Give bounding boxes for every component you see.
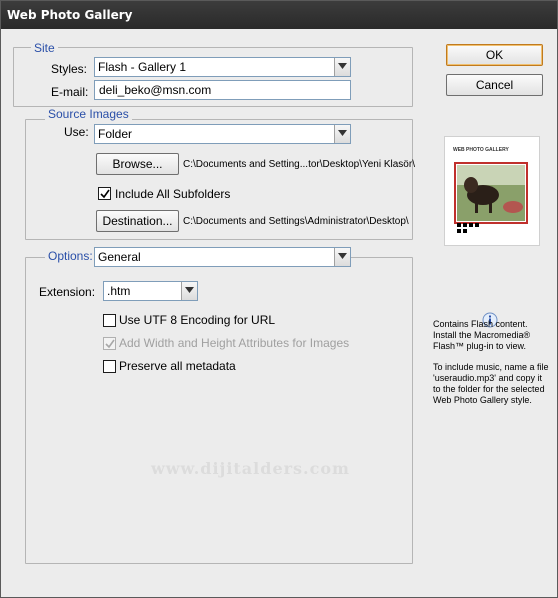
check-icon — [100, 189, 110, 199]
utf8-checkbox[interactable] — [103, 314, 116, 327]
preserve-metadata-checkbox[interactable] — [103, 360, 116, 373]
gallery-preview: WEB PHOTO GALLERY — [444, 136, 540, 246]
site-legend: Site — [31, 41, 58, 55]
preview-image — [453, 157, 533, 237]
utf8-label[interactable]: Use UTF 8 Encoding for URL — [119, 313, 275, 327]
styles-value: Flash - Gallery 1 — [98, 60, 187, 74]
width-height-label: Add Width and Height Attributes for Imag… — [119, 336, 350, 350]
watermark: www.dijitalders.com — [151, 459, 350, 478]
destination-path: C:\Documents and Settings\Administrator\… — [183, 216, 409, 227]
options-select[interactable]: General — [94, 247, 351, 267]
extension-value: .htm — [107, 284, 131, 298]
browse-path: C:\Documents and Setting...tor\Desktop\Y… — [183, 159, 415, 170]
preview-note-music: To include music, name a file 'useraudio… — [433, 362, 549, 405]
styles-select[interactable]: Flash - Gallery 1 — [94, 57, 351, 77]
include-subfolders-checkbox[interactable] — [98, 187, 111, 200]
options-value: General — [98, 250, 141, 264]
destination-button[interactable]: Destination... — [96, 210, 179, 232]
cancel-button[interactable]: Cancel — [446, 74, 543, 96]
chevron-down-icon[interactable] — [334, 125, 350, 143]
use-select[interactable]: Folder — [94, 124, 351, 144]
options-legend: Options: — [45, 249, 96, 263]
chevron-down-icon[interactable] — [334, 58, 350, 76]
chevron-down-icon[interactable] — [334, 248, 350, 266]
email-field[interactable]: deli_beko@msn.com — [94, 80, 351, 100]
source-images-legend: Source Images — [45, 107, 132, 121]
use-label: Use: — [64, 125, 89, 139]
extension-label: Extension: — [39, 285, 96, 299]
dialog-body: Site Styles: Flash - Gallery 1 E-mail: d… — [1, 29, 557, 597]
dialog-window: Web Photo Gallery Site Styles: Flash - G… — [0, 0, 558, 598]
email-label: E-mail: — [51, 85, 89, 99]
extension-select[interactable]: .htm — [103, 281, 198, 301]
window-title: Web Photo Gallery — [1, 1, 557, 29]
ok-button[interactable]: OK — [446, 44, 543, 66]
use-value: Folder — [98, 127, 133, 141]
chevron-down-icon[interactable] — [181, 282, 197, 300]
width-height-checkbox — [103, 337, 116, 350]
preview-note-flash: Contains Flash content. Install the Macr… — [433, 319, 531, 351]
styles-label: Styles: — [51, 62, 88, 76]
preserve-metadata-label[interactable]: Preserve all metadata — [119, 359, 236, 373]
options-group — [25, 257, 413, 564]
include-subfolders-label[interactable]: Include All Subfolders — [115, 187, 230, 201]
preview-header: WEB PHOTO GALLERY — [453, 147, 509, 153]
browse-button[interactable]: Browse... — [96, 153, 179, 175]
check-icon — [105, 339, 115, 349]
